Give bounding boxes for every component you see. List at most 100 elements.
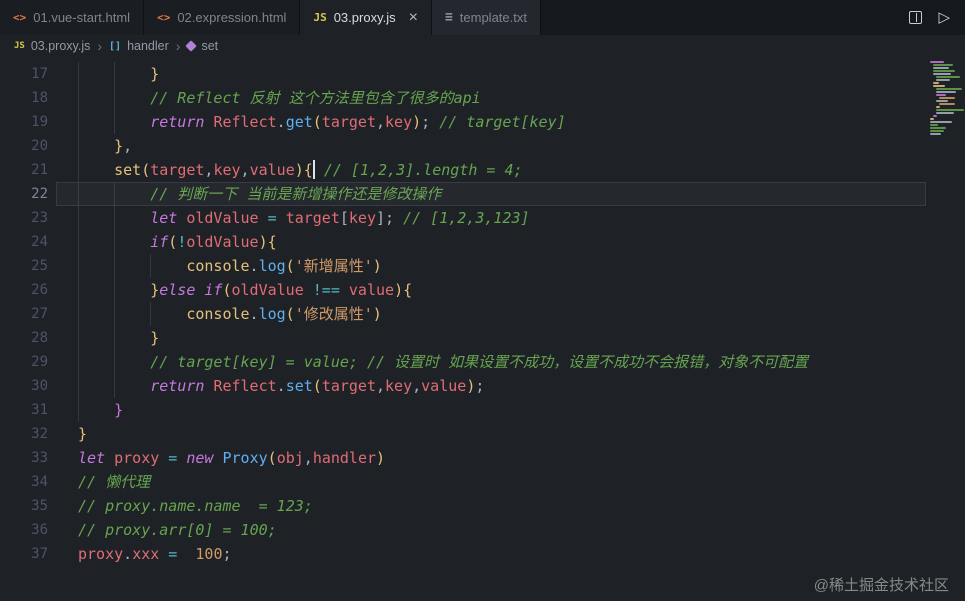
split-editor-icon[interactable] (909, 11, 923, 24)
run-icon[interactable]: ▷ (938, 10, 950, 25)
breadcrumb-set[interactable]: set (201, 39, 218, 53)
code-line[interactable]: 23 let oldValue = target[key]; // [1,2,3,… (0, 206, 965, 230)
code-editor[interactable]: 17} 18// Reflect 反射 这个方法里包含了很多的api 19 retur… (0, 57, 965, 601)
symbol-method-icon (185, 40, 198, 52)
tab-02-expression-html[interactable]: <> 02.expression.html (144, 0, 301, 35)
code-line[interactable]: 27 console.log('修改属性') (0, 302, 965, 326)
minimap-line (939, 97, 955, 99)
minimap-line (936, 112, 954, 114)
indent-guide (78, 86, 114, 110)
code-line[interactable]: 35 // proxy.name.name = 123; (0, 494, 965, 518)
js-file-icon: JS (14, 41, 25, 51)
line-number[interactable]: 29 (0, 350, 48, 374)
code-text: // proxy.arr[0] = 100; (78, 521, 277, 539)
code-text: // 懒代理 (78, 473, 151, 491)
indent-guide (78, 326, 114, 350)
code-line[interactable]: 17} (0, 62, 965, 86)
watermark: @稀土掘金技术社区 (813, 577, 949, 594)
minimap-line (939, 103, 955, 105)
line-number[interactable]: 18 (0, 86, 48, 110)
indent-guide (114, 230, 150, 254)
minimap-line (933, 115, 937, 117)
code-line[interactable]: 29 // target[key] = value; // 设置时 如果设置不成功… (0, 350, 965, 374)
code-line[interactable]: 30 return Reflect.set(target,key,value); (0, 374, 965, 398)
line-number[interactable]: 23 (0, 206, 48, 230)
code-text: } (78, 425, 88, 443)
minimap-line (930, 118, 934, 120)
code-line[interactable]: 18 // Reflect 反射 这个方法里包含了很多的api (0, 86, 965, 110)
line-number[interactable]: 34 (0, 470, 48, 494)
code-line[interactable]: 34 // 懒代理 (0, 470, 965, 494)
minimap-line (936, 94, 946, 96)
indent-guide (78, 254, 114, 278)
minimap-line (933, 70, 955, 72)
line-number[interactable]: 19 (0, 110, 48, 134)
indent-guide (114, 254, 150, 278)
minimap-line (930, 121, 952, 123)
code-line[interactable]: 24 if(!oldValue){ (0, 230, 965, 254)
line-number[interactable]: 33 (0, 446, 48, 470)
tab-03-proxy-js[interactable]: JS 03.proxy.js × (300, 0, 432, 35)
tab-bar: <> 01.vue-start.html <> 02.expression.ht… (0, 0, 965, 35)
tab-label: 02.expression.html (177, 10, 287, 25)
minimap-line (930, 130, 944, 132)
code-text: } (78, 398, 123, 422)
code-text: return Reflect.set(target,key,value); (78, 374, 484, 398)
minimap[interactable] (927, 57, 965, 601)
code-line[interactable]: 22 // 判断一下 当前是新增操作还是修改操作 (0, 182, 965, 206)
line-number[interactable]: 27 (0, 302, 48, 326)
line-number[interactable]: 37 (0, 542, 48, 566)
minimap-line (930, 127, 946, 129)
line-number[interactable]: 21 (0, 158, 48, 182)
tab-01-vue-start-html[interactable]: <> 01.vue-start.html (0, 0, 145, 35)
indent-guide (114, 326, 150, 350)
html-file-icon: <> (13, 11, 27, 24)
code-line[interactable]: 37 proxy.xxx = 100; (0, 542, 965, 566)
indent-guide (78, 278, 114, 302)
code-line[interactable]: 33 let proxy = new Proxy(obj,handler) (0, 446, 965, 470)
breadcrumb-handler[interactable]: handler (127, 39, 169, 53)
code-line[interactable]: 28} (0, 326, 965, 350)
breadcrumb-file[interactable]: 03.proxy.js (31, 39, 91, 53)
code-line[interactable]: 19 return Reflect.get(target,key); // tar… (0, 110, 965, 134)
code-line[interactable]: 26}else if(oldValue !== value){ (0, 278, 965, 302)
minimap-line (933, 82, 939, 84)
minimap-line (930, 133, 941, 135)
minimap-line (936, 76, 960, 78)
line-number[interactable]: 26 (0, 278, 48, 302)
code-line[interactable]: 32} (0, 422, 965, 446)
code-text: return Reflect.get(target,key); // targe… (78, 110, 566, 134)
tab-label: 03.proxy.js (333, 10, 396, 25)
indent-guide (78, 182, 114, 206)
minimap-line (936, 79, 950, 81)
line-number[interactable]: 31 (0, 398, 48, 422)
indent-guide (78, 110, 114, 134)
minimap-line (930, 61, 944, 63)
line-number[interactable]: 28 (0, 326, 48, 350)
line-number[interactable]: 17 (0, 62, 48, 86)
minimap-line (933, 85, 945, 87)
indent-guide (114, 206, 150, 230)
code-line[interactable]: 31} (0, 398, 965, 422)
code-text: let proxy = new Proxy(obj,handler) (78, 449, 386, 467)
code-line[interactable]: 36 // proxy.arr[0] = 100; (0, 518, 965, 542)
code-line[interactable]: 20}, (0, 134, 965, 158)
code-line[interactable]: 25 console.log('新增属性') (0, 254, 965, 278)
line-number[interactable]: 22 (0, 182, 48, 206)
line-number[interactable]: 24 (0, 230, 48, 254)
line-number[interactable]: 36 (0, 518, 48, 542)
indent-guide (114, 302, 150, 326)
tab-template-txt[interactable]: ≡ template.txt (431, 0, 541, 35)
minimap-line (930, 124, 938, 126)
line-number[interactable]: 25 (0, 254, 48, 278)
indent-guide (78, 350, 114, 374)
chevron-right-icon: › (175, 38, 181, 54)
code-text: // target[key] = value; // 设置时 如果设置不成功，设… (78, 350, 808, 374)
line-number[interactable]: 30 (0, 374, 48, 398)
line-number[interactable]: 35 (0, 494, 48, 518)
code-line[interactable]: 21 set(target,key,value){ // [1,2,3].leng… (0, 158, 965, 182)
line-number[interactable]: 20 (0, 134, 48, 158)
line-number[interactable]: 32 (0, 422, 48, 446)
minimap-line (933, 64, 953, 66)
close-tab-icon[interactable]: × (409, 9, 418, 26)
